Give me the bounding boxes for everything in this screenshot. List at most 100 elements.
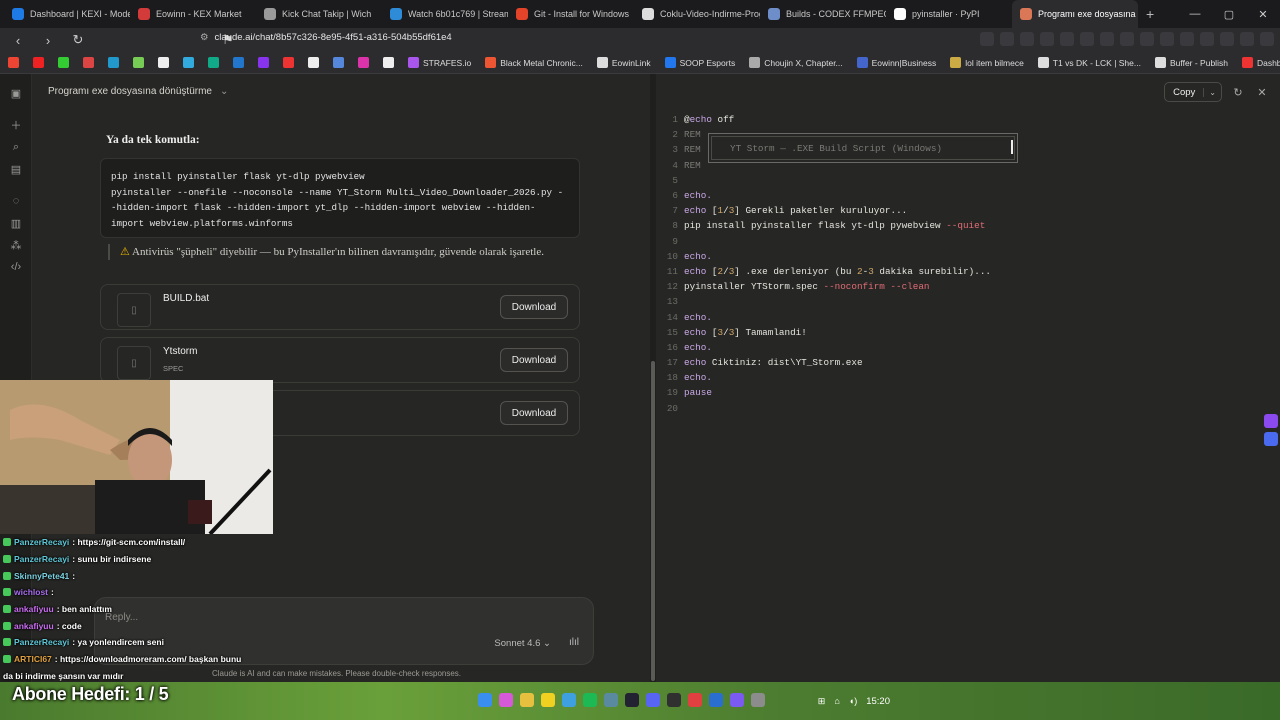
close-window-icon[interactable]: ✕ bbox=[1246, 0, 1280, 28]
bookmark-item[interactable] bbox=[108, 57, 119, 68]
voice-icon[interactable]: ılıl bbox=[569, 637, 579, 648]
new-tab-icon[interactable]: + bbox=[1146, 6, 1154, 22]
download-button[interactable]: Download bbox=[500, 295, 568, 319]
tray-icon[interactable]: ⊞ bbox=[818, 696, 826, 707]
site-info-icon[interactable]: ⚙ bbox=[200, 32, 209, 43]
bookmark-item[interactable] bbox=[358, 57, 369, 68]
bookmark-item[interactable]: Eowinn|Business bbox=[856, 57, 936, 68]
file-attachment[interactable]: ▯ Ytstorm SPEC Download bbox=[100, 337, 580, 383]
browser-tab[interactable]: Eowinn - KEX Market bbox=[130, 0, 256, 28]
spotify-icon[interactable] bbox=[583, 693, 597, 707]
bookmark-item[interactable] bbox=[33, 57, 44, 68]
app-icon[interactable] bbox=[688, 693, 702, 707]
sidebar-toggle-icon[interactable]: ▣ bbox=[0, 82, 32, 104]
back-icon[interactable]: ‹ bbox=[8, 33, 28, 48]
extension-icon[interactable] bbox=[1200, 32, 1214, 46]
app-icon[interactable] bbox=[562, 693, 576, 707]
chats-icon[interactable]: ◌ bbox=[0, 190, 32, 212]
bookmark-item[interactable] bbox=[83, 57, 94, 68]
network-icon[interactable]: ⌂ bbox=[834, 696, 839, 706]
browser-tab[interactable]: Git - Install for Windows bbox=[508, 0, 634, 28]
bookmark-item[interactable] bbox=[383, 57, 394, 68]
volume-icon[interactable]: ◖) bbox=[849, 696, 857, 706]
extension-icon[interactable] bbox=[1100, 32, 1114, 46]
artifacts-icon[interactable]: ⁂ bbox=[0, 234, 32, 256]
bookmark-item[interactable] bbox=[258, 57, 269, 68]
extension-icon[interactable] bbox=[1000, 32, 1014, 46]
bookmark-item[interactable] bbox=[308, 57, 319, 68]
start-icon[interactable] bbox=[478, 693, 492, 707]
discord-icon[interactable] bbox=[646, 693, 660, 707]
refresh-icon[interactable]: ↻ bbox=[1230, 86, 1246, 99]
bookmark-item[interactable] bbox=[58, 57, 69, 68]
browser-tab[interactable]: Programı exe dosyasına✕ bbox=[1012, 0, 1138, 28]
bookmark-item[interactable] bbox=[283, 57, 294, 68]
download-button[interactable]: Download bbox=[500, 401, 568, 425]
minimize-icon[interactable]: — bbox=[1178, 0, 1212, 28]
extension-icon[interactable] bbox=[1080, 32, 1094, 46]
bookmark-item[interactable]: Dashboard | KEXI -... bbox=[1241, 57, 1280, 68]
scrollbar-thumb[interactable] bbox=[651, 361, 655, 681]
bookmark-item[interactable]: EowinLink bbox=[596, 57, 651, 68]
bookmark-item[interactable] bbox=[133, 57, 144, 68]
folder-icon[interactable] bbox=[520, 693, 534, 707]
forward-icon[interactable]: › bbox=[38, 33, 58, 48]
app-icon[interactable] bbox=[751, 693, 765, 707]
extension-icon[interactable] bbox=[1240, 32, 1254, 46]
app-icon[interactable] bbox=[709, 693, 723, 707]
browser-tab[interactable]: pyinstaller · PyPI bbox=[886, 0, 1012, 28]
bookmark-item[interactable]: lol item bilmece bbox=[950, 57, 1024, 68]
bookmark-item[interactable]: STRAFES.io bbox=[408, 57, 471, 68]
extension-icon[interactable] bbox=[1160, 32, 1174, 46]
download-button[interactable]: Download bbox=[500, 348, 568, 372]
extension-icon[interactable] bbox=[1140, 32, 1154, 46]
obs-icon[interactable] bbox=[667, 693, 681, 707]
bookmark-item[interactable] bbox=[208, 57, 219, 68]
bookmark-item[interactable] bbox=[333, 57, 344, 68]
clock[interactable]: 15:20 bbox=[866, 696, 890, 707]
reload-icon[interactable]: ↻ bbox=[68, 32, 88, 48]
chevron-down-icon[interactable]: ⌄ bbox=[1203, 87, 1221, 97]
bookmark-item[interactable] bbox=[183, 57, 194, 68]
bookmark-item[interactable] bbox=[8, 57, 19, 68]
menu-icon[interactable] bbox=[1260, 32, 1274, 46]
browser-tab[interactable]: Coklu-Video-Indirme-Program bbox=[634, 0, 760, 28]
browser-tab[interactable]: Watch 6b01c769 | Streamable bbox=[382, 0, 508, 28]
copy-button[interactable]: Copy ⌄ bbox=[1164, 82, 1222, 102]
extension-icon[interactable] bbox=[1040, 32, 1054, 46]
maximize-icon[interactable]: ▢ bbox=[1212, 0, 1246, 28]
browser-tab[interactable]: Builds - CODEX FFMPEG @ bbox=[760, 0, 886, 28]
bookmark-item[interactable]: T1 vs DK - LCK | She... bbox=[1037, 57, 1141, 68]
extension-icon[interactable] bbox=[1180, 32, 1194, 46]
app-icon[interactable] bbox=[604, 693, 618, 707]
extension-icon[interactable] bbox=[1220, 32, 1234, 46]
model-selector[interactable]: Sonnet 4.6 ⌄ bbox=[494, 638, 551, 649]
bookmark-item[interactable]: Black Metal Chronic... bbox=[485, 57, 583, 68]
new-chat-icon[interactable]: ＋ bbox=[0, 114, 32, 136]
chat-title-dropdown[interactable]: Programı exe dosyasına dönüştürme ⌄ bbox=[48, 86, 228, 97]
url-field[interactable]: ⚙ claude.ai/chat/8b57c326-8e95-4f51-a316… bbox=[200, 32, 452, 43]
steam-icon[interactable] bbox=[625, 693, 639, 707]
bookmark-item[interactable] bbox=[158, 57, 169, 68]
bookmark-item[interactable]: Choujin X, Chapter... bbox=[749, 57, 843, 68]
bookmark-item[interactable] bbox=[233, 57, 244, 68]
search-icon[interactable]: ⌕ bbox=[0, 136, 32, 158]
projects-icon[interactable]: ▤ bbox=[0, 158, 32, 180]
vscode-icon[interactable] bbox=[730, 693, 744, 707]
bookmark-item[interactable]: Buffer - Publish bbox=[1154, 57, 1228, 68]
extension-icon[interactable] bbox=[1020, 32, 1034, 46]
app-icon[interactable] bbox=[541, 693, 555, 707]
file-attachment[interactable]: ▯ BUILD.bat Download bbox=[100, 284, 580, 330]
extension-icon[interactable] bbox=[1120, 32, 1134, 46]
extension-icon[interactable] bbox=[1264, 432, 1278, 446]
bookmark-item[interactable]: SOOP Esports bbox=[664, 57, 735, 68]
extension-icon[interactable] bbox=[980, 32, 994, 46]
app-icon[interactable] bbox=[499, 693, 513, 707]
extension-icon[interactable] bbox=[1264, 414, 1278, 428]
close-icon[interactable]: ✕ bbox=[1254, 86, 1270, 99]
folder-icon[interactable]: ▥ bbox=[0, 212, 32, 234]
browser-tab[interactable]: Kick Chat Takip | Wich bbox=[256, 0, 382, 28]
browser-tab[interactable]: Dashboard | KEXI - Modern bbox=[4, 0, 130, 28]
extension-icon[interactable] bbox=[1060, 32, 1074, 46]
code-icon[interactable]: ‹/› bbox=[0, 256, 32, 278]
